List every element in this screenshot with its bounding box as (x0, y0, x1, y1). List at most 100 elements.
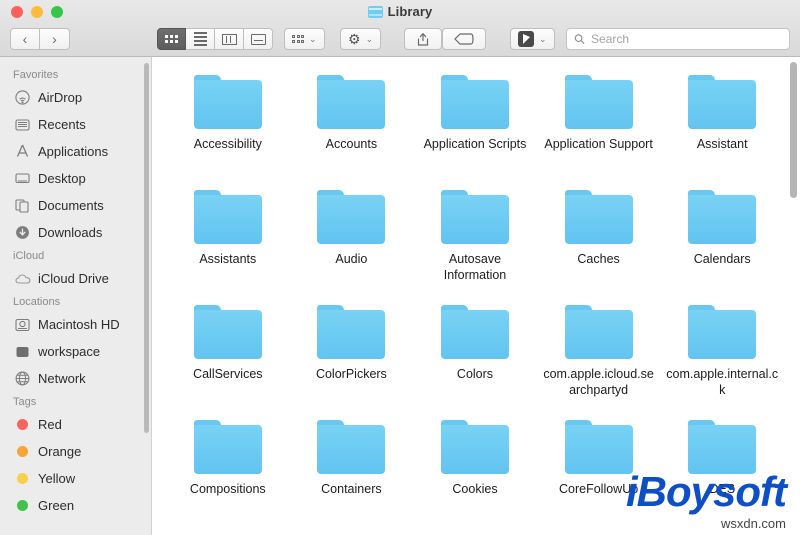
list-icon (193, 32, 207, 46)
tag-button[interactable] (442, 28, 486, 50)
sidebar-item-label: Network (38, 371, 86, 386)
folder-icon (688, 75, 757, 129)
sidebar-scrollbar[interactable] (144, 63, 149, 433)
group-by-button[interactable]: ⌄ (284, 28, 325, 50)
gallery-view-button[interactable] (244, 28, 273, 50)
file-item[interactable]: Calendars (660, 184, 784, 299)
file-item[interactable]: Caches (537, 184, 661, 299)
file-item-label: ColorPickers (315, 367, 387, 381)
file-item[interactable]: Application Support (537, 69, 661, 184)
tag-dot-icon (14, 470, 31, 487)
column-view-button[interactable] (215, 28, 244, 50)
file-item-label: Application Support (544, 137, 653, 151)
sidebar-item-airdrop[interactable]: AirDrop (0, 84, 151, 111)
sidebar-item-icloud-drive[interactable]: iCloud Drive (0, 265, 151, 292)
tag-dot-icon (14, 416, 31, 433)
sidebar-item-applications[interactable]: Applications (0, 138, 151, 165)
gear-icon: ⚙ (348, 31, 361, 47)
sidebar-item-downloads[interactable]: Downloads (0, 219, 151, 246)
sidebar-item-recents[interactable]: Recents (0, 111, 151, 138)
window-body: Favorites AirDrop Recents Applications D… (0, 57, 800, 535)
file-item[interactable]: Accessibility (166, 69, 290, 184)
list-view-button[interactable] (186, 28, 215, 50)
file-item[interactable]: Containers (290, 414, 414, 529)
globe-icon (14, 370, 31, 387)
folder-icon (440, 420, 509, 474)
folder-icon (688, 420, 757, 474)
sidebar-item-label: Orange (38, 444, 82, 459)
sidebar-item-tag-yellow[interactable]: Yellow (0, 465, 151, 492)
finder-window: Library ‹ › ⌄ ⚙ ⌄ ⌄ Search Favorites Air… (0, 0, 800, 535)
file-item-label: com.apple.internal.ck (666, 367, 779, 397)
sidebar-item-desktop[interactable]: Desktop (0, 165, 151, 192)
folder-icon (317, 305, 386, 359)
sidebar-header-icloud: iCloud (13, 250, 45, 262)
file-item-label: Caches (577, 252, 620, 266)
sidebar-item-label: iCloud Drive (38, 271, 109, 286)
tag-dot-icon (14, 497, 31, 514)
navigation-buttons: ‹ › (10, 28, 70, 50)
share-icon (417, 32, 429, 46)
sidebar-item-workspace[interactable]: workspace (0, 338, 151, 365)
sidebar-header-locations: Locations (13, 296, 61, 308)
sidebar-item-label: Desktop (38, 171, 86, 186)
file-item[interactable]: com.apple.icloud.searchpartyd (537, 299, 661, 414)
dropbox-button[interactable]: ⌄ (510, 28, 555, 50)
file-item[interactable]: Audio (290, 184, 414, 299)
action-menu-button[interactable]: ⚙ ⌄ (340, 28, 382, 50)
file-item[interactable]: Application Scripts (413, 69, 537, 184)
file-item-label: Accounts (325, 137, 378, 151)
file-item[interactable]: Assistants (166, 184, 290, 299)
sidebar-item-macintosh-hd[interactable]: Macintosh HD (0, 311, 151, 338)
share-button[interactable] (404, 28, 442, 50)
back-button[interactable]: ‹ (10, 28, 40, 50)
forward-button[interactable]: › (40, 28, 70, 50)
minimize-button[interactable] (31, 6, 43, 18)
sidebar-item-label: workspace (38, 344, 101, 359)
file-item[interactable]: Accounts (290, 69, 414, 184)
sidebar-item-label: Downloads (38, 225, 103, 240)
sidebar-item-label: AirDrop (38, 90, 83, 105)
file-item[interactable]: Compositions (166, 414, 290, 529)
sidebar-item-tag-red[interactable]: Red (0, 411, 151, 438)
sidebar-item-network[interactable]: Network (0, 365, 151, 392)
sidebar-item-documents[interactable]: Documents (0, 192, 151, 219)
icon-view-button[interactable] (157, 28, 186, 50)
tag-dot-icon (14, 443, 31, 460)
sidebar-item-tag-green[interactable]: Green (0, 492, 151, 519)
sidebar-item-label: Green (38, 498, 75, 513)
file-item[interactable]: CoreFollowUp (537, 414, 661, 529)
folder-icon (317, 190, 386, 244)
search-input[interactable] (591, 32, 782, 46)
content-scrollbar[interactable] (790, 62, 797, 198)
file-item[interactable]: com.apple.internal.ck (660, 299, 784, 414)
file-item[interactable]: CallServices (166, 299, 290, 414)
traffic-light-buttons (11, 6, 63, 18)
close-button[interactable] (11, 6, 23, 18)
sidebar-item-tag-orange[interactable]: Orange (0, 438, 151, 465)
file-item-label: Compositions (189, 482, 266, 496)
sidebar: Favorites AirDrop Recents Applications D… (0, 57, 152, 535)
maximize-button[interactable] (51, 6, 63, 18)
documents-icon (14, 197, 31, 214)
file-item[interactable]: DES (660, 414, 784, 529)
file-item[interactable]: ColorPickers (290, 299, 414, 414)
folder-icon (688, 190, 757, 244)
harddisk-icon (14, 316, 31, 333)
chevron-right-icon: › (52, 31, 57, 47)
file-item-label: Application Scripts (423, 137, 527, 151)
window-title-text: Library (387, 4, 433, 19)
folder-icon (317, 420, 386, 474)
search-field[interactable] (566, 28, 790, 50)
file-item[interactable]: Assistant (660, 69, 784, 184)
folder-icon (317, 75, 386, 129)
file-item[interactable]: Colors (413, 299, 537, 414)
view-mode-buttons (157, 28, 273, 50)
file-item[interactable]: Cookies (413, 414, 537, 529)
file-item[interactable]: Autosave Information (413, 184, 537, 299)
sidebar-item-label: Documents (38, 198, 104, 213)
folder-icon (688, 305, 757, 359)
downloads-icon (14, 224, 31, 241)
file-item-label: Calendars (693, 252, 751, 266)
airdrop-icon (14, 89, 31, 106)
